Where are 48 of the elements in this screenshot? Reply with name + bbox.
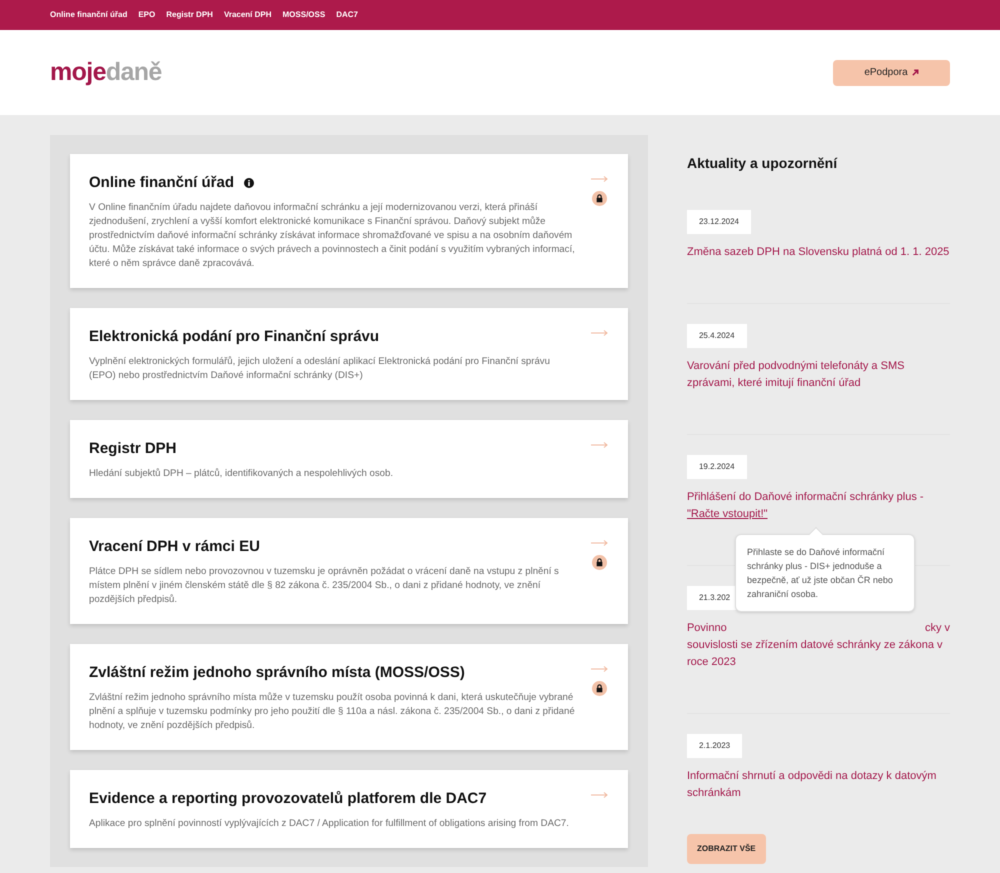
- news-title[interactable]: Informační shrnutí a odpovědi na dotazy k datovým schránkám: [686, 768, 950, 802]
- card-description: Hledání subjektů DPH – plátců, identifikovaných a nespolehlivých osob.: [89, 467, 394, 481]
- arrow-right-icon[interactable]: [591, 176, 608, 182]
- arrow-right-icon[interactable]: [591, 792, 608, 798]
- tooltip: Přihlaste se do Daňové informační schránky plus - DIS+ jednoduše a bezpečně, ať už jste občan ČR nebo zahraniční osoba.: [734, 534, 915, 612]
- news-date: 2.1.2023: [686, 734, 742, 758]
- news-date: 23.12.2024: [686, 210, 752, 234]
- news-title[interactable]: Přihlášení do Daňové informační schránky plus -: [686, 489, 924, 506]
- card-title: Registr DPH: [89, 439, 177, 459]
- nav-link[interactable]: MOSS/OSS: [282, 9, 326, 21]
- card-title: Evidence a reporting provozovatelů platforem dle DAC7: [89, 789, 487, 809]
- news-title[interactable]: Povinno: [686, 620, 727, 637]
- service-card[interactable]: [70, 644, 628, 750]
- nav-link[interactable]: Registr DPH: [166, 9, 213, 21]
- card-title: Elektronická podání pro Finanční správu: [89, 327, 380, 347]
- nav-link[interactable]: Vracení DPH: [224, 9, 272, 21]
- news-date: 25.4.2024: [686, 324, 747, 348]
- logo-text: moje: [50, 60, 106, 85]
- service-card[interactable]: Evidence a reporting provozovatelů platforem dle DAC7 Aplikace pro splnění povinností vyplývajících z DAC7 / Application for fulfillment of obligations arising from DAC7.: [70, 770, 628, 848]
- arrow-right-icon[interactable]: [591, 442, 608, 448]
- news-date: 19.2.2024: [686, 455, 747, 479]
- show-all-button[interactable]: ZOBRAZIT VŠE: [686, 834, 766, 864]
- card-description: Vyplnění elektronických formulářů, jejich uložení a odeslání aplikací Elektronická podání pro Finanční správu (EPO) nebo prostřednictvím Daňové informační schránky (DIS+): [89, 355, 551, 383]
- news-heading: Aktuality a upozornění: [686, 154, 838, 173]
- news-title[interactable]: cky v: [924, 620, 950, 637]
- external-link-icon: [912, 69, 919, 76]
- card-title: Online finanční úřad: [89, 173, 234, 193]
- info-icon[interactable]: [244, 178, 254, 188]
- nav-link[interactable]: DAC7: [336, 9, 358, 21]
- arrow-right-icon[interactable]: [591, 666, 608, 672]
- card-title: Vracení DPH v rámci EU: [89, 537, 260, 557]
- news-title[interactable]: Změna sazeb DPH na Slovensku platná od 1. 1. 2025: [686, 244, 950, 261]
- news-link[interactable]: "Račte vstoupit!": [686, 506, 768, 523]
- service-card[interactable]: [70, 308, 628, 400]
- card-description: Zvláštní režim jednoho správního místa může v tuzemsku použít osoba povinná k dani, která uskutečňuje vybrané plnění a splňuje v tuzemsku podmínky pro jeho použití dle § 110a a násl. zákona č. 235/2004 Sb., o dani z přidané hodnoty, ve znění pozdějších předpisů.: [89, 691, 576, 733]
- news-title[interactable]: Varování před podvodnými telefonáty a SMS zprávami, které imitují finanční úřad: [686, 358, 950, 392]
- nav-link[interactable]: Online finanční úřad: [50, 9, 128, 21]
- card-description: Plátce DPH se sídlem nebo provozovnou v tuzemsku je oprávněn požádat o vrácení daně na vstupu z plnění s místem plnění v jiném členském státě dle § 82 zákona č. 235/2004 Sb., o dani z přidané hodnoty, ve znění pozdějších předpisů.: [89, 565, 560, 607]
- arrow-right-icon[interactable]: [591, 330, 608, 336]
- card-title: Zvláštní režim jednoho správního místa (MOSS/OSS): [89, 663, 465, 683]
- epodpora-button[interactable]: ePodpora: [833, 60, 950, 86]
- card-description: Aplikace pro splnění povinností vyplývajících z DAC7 / Application for fulfillment of obligations arising from DAC7.: [89, 817, 570, 831]
- logo-text: daně: [106, 60, 162, 85]
- news-title[interactable]: souvislosti se zřízením datové schránky ze zákona v roce 2023: [686, 637, 950, 671]
- card-description: V Online finančním úřadu najdete daňovou informační schránku a její modernizovanou verzi, která přináší zjednodušení, zrychlení a vyšší komfort elektronické komunikace s Finanční správou. Daňový subjekt může prostřednictvím daňové informační schránky získávat informace shromažďované ve spisu a na osobním daňovém účtu. Může získávat také informace o svých právech a povinnostech a činit podání s využitím vybraných informací, které o něm správce daně zpracovává.: [89, 201, 576, 271]
- service-card[interactable]: Registr DPH Hledání subjektů DPH – plátců, identifikovaných a nespolehlivých osob.: [70, 420, 628, 498]
- arrow-right-icon[interactable]: [591, 540, 608, 546]
- nav-link[interactable]: EPO: [138, 9, 156, 21]
